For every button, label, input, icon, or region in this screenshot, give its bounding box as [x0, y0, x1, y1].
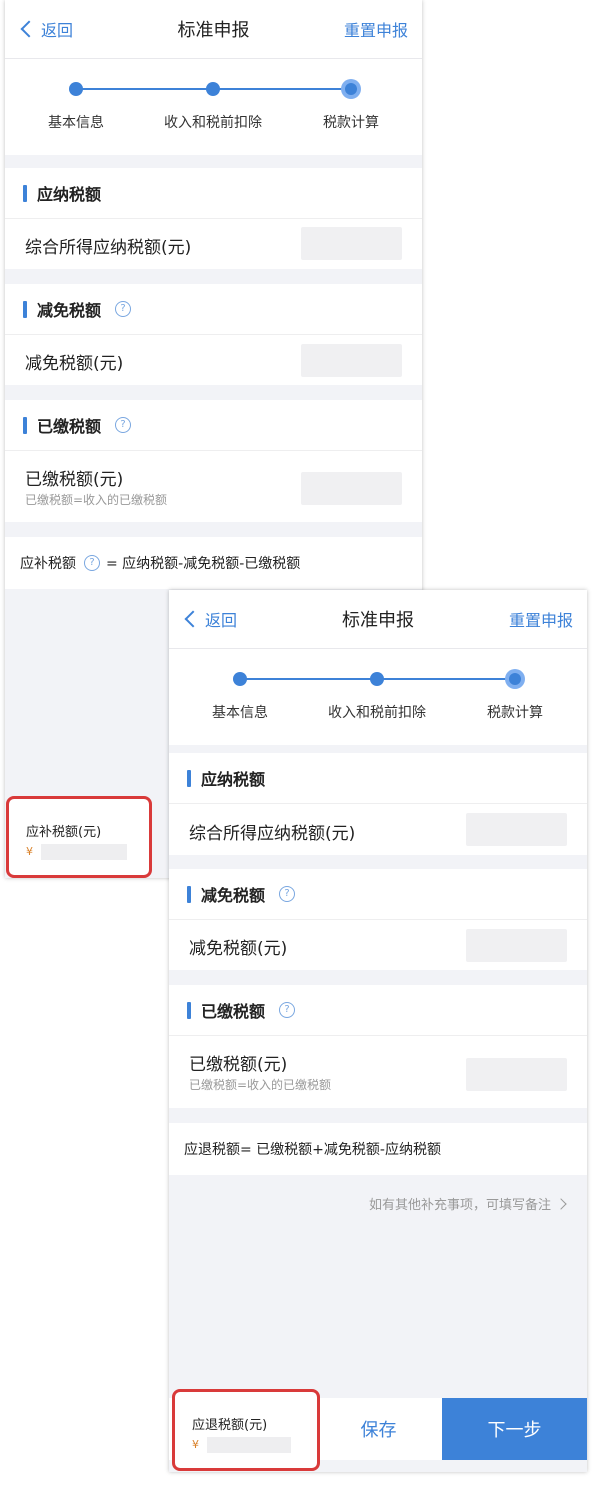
currency-symbol: ¥	[192, 1438, 199, 1451]
bottom-buttons: 保存 下一步	[314, 1398, 587, 1460]
reset-declaration-button[interactable]: 重置申报	[344, 17, 408, 41]
progress-steps: 基本信息 收入和税前扣除 税款计算	[169, 649, 587, 745]
step-label-basic-info[interactable]: 基本信息	[48, 112, 104, 132]
help-circle-icon[interactable]: ?	[279, 1002, 296, 1018]
step-dot-2	[206, 82, 220, 96]
row-reduction: 减免税额(元)	[5, 335, 422, 385]
step-label-income-deduction[interactable]: 收入和税前扣除	[164, 112, 262, 132]
currency-symbol: ¥	[26, 845, 33, 858]
step-dot-2	[370, 672, 384, 686]
amount-title: 应退税额(元)	[192, 1418, 268, 1433]
step-label-basic-info[interactable]: 基本信息	[212, 702, 268, 722]
row-paid: 已缴税额(元) 已缴税额=收入的已缴税额	[169, 1036, 587, 1108]
amount-value-masked	[207, 1437, 291, 1453]
top-nav-bar: 返回 标准申报 重置申报	[5, 0, 422, 59]
payable-amount-field[interactable]	[466, 813, 567, 846]
reduction-amount-field[interactable]	[466, 929, 567, 962]
section-header-reduction: 减免税额 ?	[5, 284, 422, 335]
paid-amount-field[interactable]	[301, 472, 402, 505]
save-button[interactable]: 保存	[314, 1398, 442, 1460]
step-dot-1	[233, 672, 247, 686]
help-circle-icon[interactable]: ?	[84, 555, 100, 571]
payable-amount-summary: 应补税额(元) ¥	[6, 796, 152, 878]
back-button[interactable]: 返回	[19, 0, 73, 58]
row-label: 已缴税额(元)	[25, 470, 124, 490]
row-label: 综合所得应纳税额(元)	[189, 824, 356, 844]
refund-amount-summary: 应退税额(元) ¥	[172, 1389, 320, 1471]
section-bar	[187, 885, 191, 903]
section-title: 应纳税额	[201, 770, 266, 789]
section-bar	[187, 1001, 191, 1019]
amount-value-masked	[41, 844, 127, 860]
reduction-amount-field[interactable]	[301, 344, 402, 377]
section-header-reduction: 减免税额 ?	[169, 869, 587, 920]
section-header-payable: 应纳税额	[169, 753, 587, 804]
formula-text: 应退税额= 已缴税额+减免税额-应纳税额	[184, 1142, 441, 1158]
remark-link[interactable]: 如有其他补充事项，可填写备注	[368, 1194, 567, 1213]
step-label-tax-calc[interactable]: 税款计算	[487, 702, 543, 722]
section-title: 减免税额	[37, 301, 102, 320]
remark-text: 如有其他补充事项，可填写备注	[368, 1198, 551, 1213]
row-hint: 已缴税额=收入的已缴税额	[189, 1078, 332, 1092]
help-circle-icon[interactable]: ?	[115, 417, 132, 433]
section-header-payable: 应纳税额	[5, 168, 422, 219]
row-label: 减免税额(元)	[25, 354, 124, 374]
screenshot-tax-refund: 返回 标准申报 重置申报 基本信息 收入和税前扣除 税款计算 应纳税额 综合所得…	[169, 590, 587, 1472]
section-header-paid: 已缴税额 ?	[5, 400, 422, 451]
progress-steps: 基本信息 收入和税前扣除 税款计算	[5, 59, 422, 155]
reset-declaration-button[interactable]: 重置申报	[509, 607, 573, 631]
payable-amount-field[interactable]	[301, 227, 402, 260]
row-reduction: 减免税额(元)	[169, 920, 587, 970]
section-bar	[23, 416, 27, 434]
help-circle-icon[interactable]: ?	[279, 886, 296, 902]
chevron-right-icon	[555, 1197, 567, 1210]
back-button[interactable]: 返回	[183, 590, 237, 648]
section-bar	[187, 769, 191, 787]
row-label: 综合所得应纳税额(元)	[25, 238, 192, 258]
step-label-tax-calc[interactable]: 税款计算	[323, 112, 379, 132]
formula-text: = 应纳税额-减免税额-已缴税额	[106, 556, 301, 572]
amount-title: 应补税额(元)	[26, 825, 102, 840]
paid-amount-field[interactable]	[466, 1058, 567, 1091]
row-label: 减免税额(元)	[189, 939, 288, 959]
step-label-income-deduction[interactable]: 收入和税前扣除	[328, 702, 426, 722]
formula-row: 应退税额= 已缴税额+减免税额-应纳税额	[169, 1123, 587, 1175]
row-payable: 综合所得应纳税额(元)	[169, 804, 587, 855]
section-bar	[23, 184, 27, 202]
back-label: 返回	[41, 21, 74, 40]
section-header-paid: 已缴税额 ?	[169, 985, 587, 1036]
row-label: 已缴税额(元)	[189, 1055, 288, 1075]
next-step-button[interactable]: 下一步	[442, 1398, 587, 1460]
step-dot-3-active	[341, 79, 361, 99]
formula-row: 应补税额 ? = 应纳税额-减免税额-已缴税额	[5, 537, 422, 589]
step-dot-1	[69, 82, 83, 96]
formula-label: 应补税额	[20, 556, 76, 572]
row-hint: 已缴税额=收入的已缴税额	[25, 493, 168, 507]
section-title: 已缴税额	[201, 1002, 266, 1021]
row-payable: 综合所得应纳税额(元)	[5, 219, 422, 269]
row-paid: 已缴税额(元) 已缴税额=收入的已缴税额	[5, 451, 422, 522]
top-nav-bar: 返回 标准申报 重置申报	[169, 590, 587, 649]
section-bar	[23, 300, 27, 318]
step-dot-3-active	[505, 669, 525, 689]
section-title: 已缴税额	[37, 417, 102, 436]
section-title: 应纳税额	[37, 185, 102, 204]
help-circle-icon[interactable]: ?	[115, 301, 132, 317]
section-title: 减免税额	[201, 886, 266, 905]
back-label: 返回	[205, 611, 238, 630]
chevron-left-icon	[20, 20, 38, 38]
chevron-left-icon	[184, 610, 202, 628]
